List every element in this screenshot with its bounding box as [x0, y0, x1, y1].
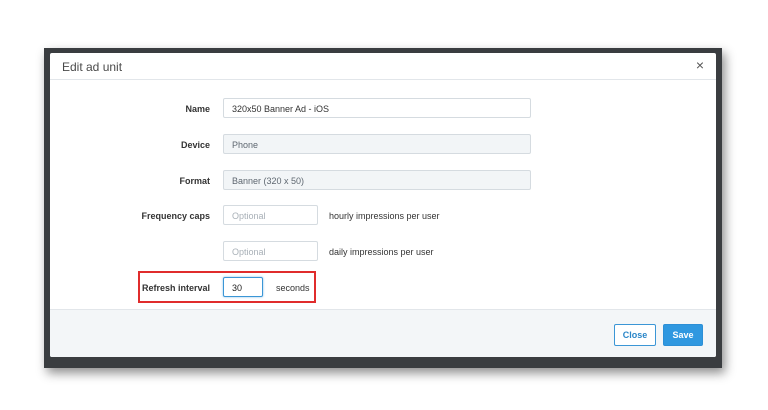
modal-title: Edit ad unit — [62, 60, 123, 74]
save-button[interactable]: Save — [663, 324, 703, 346]
modal-footer: Close Save — [50, 309, 716, 357]
hourly-cap-suffix: hourly impressions per user — [329, 211, 440, 221]
daily-cap-input[interactable]: Optional — [223, 241, 318, 261]
modal-header: Edit ad unit × — [50, 53, 716, 80]
daily-cap-suffix: daily impressions per user — [329, 247, 434, 257]
edit-ad-unit-modal: Edit ad unit × Name 320x50 Banner Ad - i… — [50, 53, 716, 357]
close-button[interactable]: Close — [614, 324, 656, 346]
refresh-interval-suffix: seconds — [276, 283, 310, 293]
device-label: Device — [180, 140, 210, 150]
format-field: Banner (320 x 50) — [223, 170, 531, 190]
name-input[interactable]: 320x50 Banner Ad - iOS — [223, 98, 531, 118]
hourly-cap-input[interactable]: Optional — [223, 205, 318, 225]
name-label: Name — [185, 104, 210, 114]
device-field: Phone — [223, 134, 531, 154]
refresh-interval-label: Refresh interval — [141, 283, 210, 293]
frequency-caps-label: Frequency caps — [141, 211, 210, 221]
refresh-interval-input[interactable]: 30 — [223, 277, 263, 297]
close-icon[interactable]: × — [696, 57, 704, 73]
format-label: Format — [179, 176, 210, 186]
